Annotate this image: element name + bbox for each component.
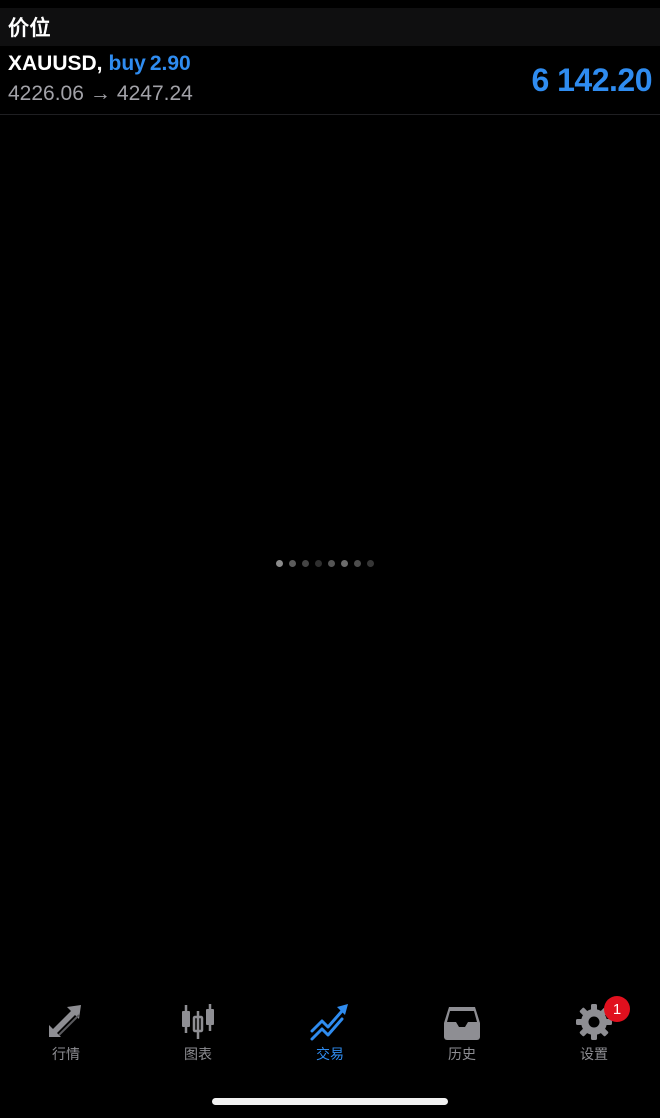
position-symbol: XAUUSD, [8, 52, 103, 75]
position-prices: 4226.06 → 4247.24 [8, 82, 193, 106]
tab-bar: 行情 图表 交易 历史 设置 1 [0, 990, 660, 1080]
loading-indicator [276, 556, 386, 570]
tab-history-label: 历史 [448, 1047, 476, 1063]
open-price: 4226.06 [8, 82, 84, 105]
home-indicator[interactable] [212, 1098, 448, 1105]
tab-quotes-label: 行情 [52, 1047, 80, 1063]
position-row[interactable]: XAUUSD, buy 2.90 4226.06 → 4247.24 6 142.20 [0, 46, 660, 115]
tab-charts-label: 图表 [184, 1047, 212, 1063]
position-volume: 2.90 [149, 52, 191, 75]
position-profit: 6 142.20 [531, 62, 652, 98]
tab-charts[interactable]: 图表 [132, 990, 264, 1080]
position-summary: XAUUSD, buy 2.90 [8, 52, 191, 76]
price-arrow-icon: → [89, 82, 111, 105]
section-header: 价位 [0, 8, 660, 46]
candlestick-icon [176, 1000, 220, 1044]
tab-settings[interactable]: 设置 1 [528, 990, 660, 1080]
tab-quotes[interactable]: 行情 [0, 990, 132, 1080]
notification-badge: 1 [604, 996, 630, 1022]
trade-trend-icon [308, 1000, 352, 1044]
inbox-tray-icon [440, 1000, 484, 1044]
tab-settings-label: 设置 [580, 1047, 608, 1063]
position-side: buy [108, 52, 146, 75]
tab-history[interactable]: 历史 [396, 990, 528, 1080]
section-title: 价位 [8, 16, 51, 40]
current-price: 4247.24 [116, 82, 193, 105]
tab-trade[interactable]: 交易 [264, 990, 396, 1080]
tab-trade-label: 交易 [316, 1047, 344, 1063]
app-screen: 价位 XAUUSD, buy 2.90 4226.06 → 4247.24 6 142.… [0, 0, 660, 1118]
quotes-arrows-icon [44, 1000, 88, 1044]
